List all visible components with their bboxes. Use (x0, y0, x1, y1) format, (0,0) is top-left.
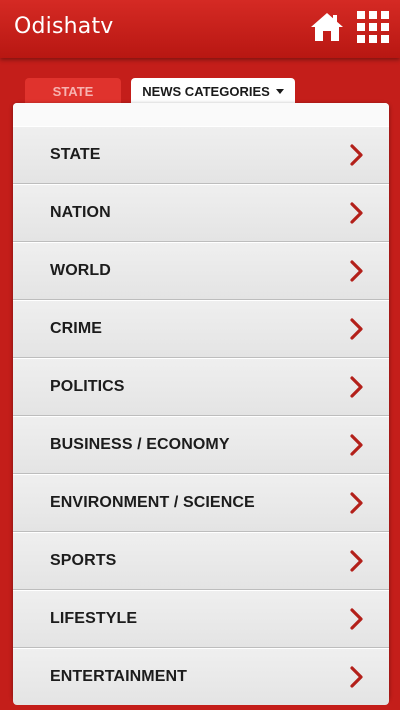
app-logo[interactable]: Odishatv (14, 14, 114, 39)
category-row-world[interactable]: WORLD (13, 242, 389, 300)
chevron-right-icon (350, 550, 363, 572)
category-label: CRIME (50, 320, 103, 337)
category-label: POLITICS (50, 378, 125, 395)
category-row-politics[interactable]: POLITICS (13, 358, 389, 416)
category-row-state[interactable]: STATE (13, 126, 389, 184)
home-button[interactable] (309, 9, 345, 45)
tab-state-label: STATE (52, 83, 94, 99)
category-row-entertainment[interactable]: ENTERTAINMENT (13, 648, 389, 705)
category-label: ENVIRONMENT / SCIENCE (50, 494, 255, 511)
category-label: ENTERTAINMENT (50, 668, 187, 685)
category-row-environment-science[interactable]: ENVIRONMENT / SCIENCE (13, 474, 389, 532)
panel-header-spacer (13, 103, 389, 126)
category-label: LIFESTYLE (50, 610, 138, 627)
chevron-right-icon (350, 202, 363, 224)
top-app-bar: Odishatv (0, 0, 400, 58)
chevron-right-icon (350, 318, 363, 340)
category-label: WORLD (50, 262, 111, 279)
chevron-right-icon (350, 260, 363, 282)
tab-state[interactable]: STATE (25, 78, 121, 104)
grid-menu-button[interactable] (357, 11, 389, 43)
chevron-right-icon (350, 376, 363, 398)
category-row-nation[interactable]: NATION (13, 184, 389, 242)
chevron-right-icon (350, 144, 363, 166)
category-row-crime[interactable]: CRIME (13, 300, 389, 358)
categories-list: STATE NATION WORLD CRIME POLITICS BUSINE… (13, 126, 389, 705)
tab-news-categories-label: NEWS CATEGORIES (142, 83, 270, 99)
category-row-lifestyle[interactable]: LIFESTYLE (13, 590, 389, 648)
category-label: STATE (50, 146, 101, 163)
chevron-right-icon (350, 434, 363, 456)
caret-down-icon (275, 88, 284, 94)
category-label: NATION (50, 204, 111, 221)
category-label: SPORTS (50, 552, 117, 569)
chevron-right-icon (350, 492, 363, 514)
grid-menu-icon (357, 11, 389, 43)
chevron-right-icon (350, 608, 363, 630)
category-row-sports[interactable]: SPORTS (13, 532, 389, 590)
tab-news-categories[interactable]: NEWS CATEGORIES (131, 78, 295, 104)
chevron-right-icon (350, 666, 363, 688)
home-icon (311, 13, 343, 41)
category-row-business-economy[interactable]: BUSINESS / ECONOMY (13, 416, 389, 474)
category-label: BUSINESS / ECONOMY (50, 436, 230, 453)
categories-panel: STATE NATION WORLD CRIME POLITICS BUSINE… (13, 103, 389, 705)
